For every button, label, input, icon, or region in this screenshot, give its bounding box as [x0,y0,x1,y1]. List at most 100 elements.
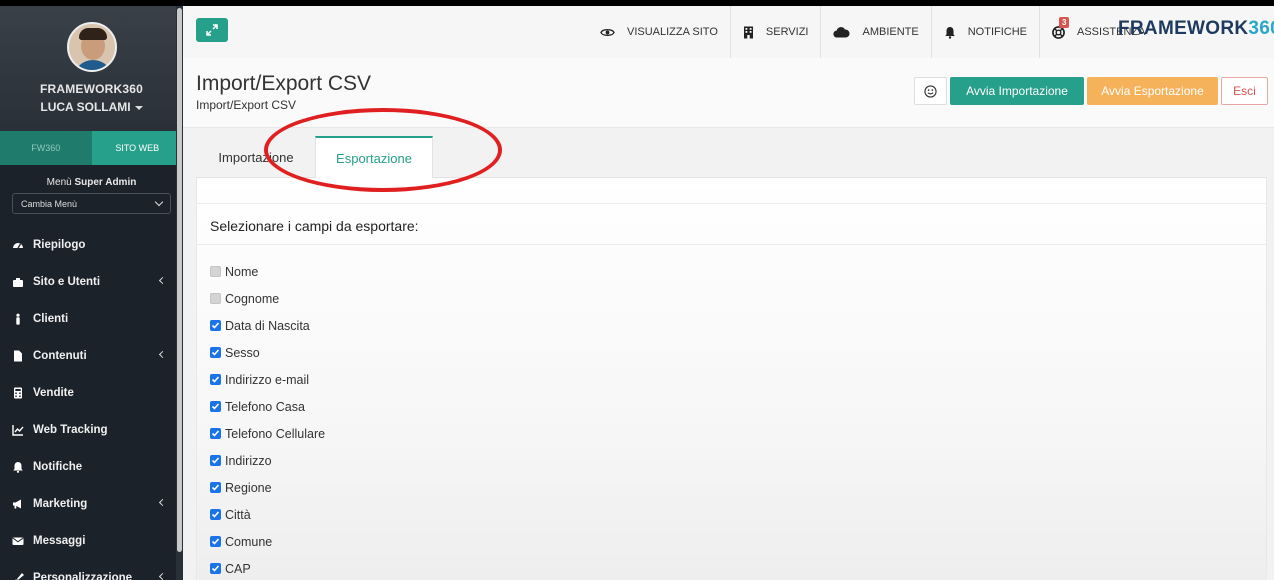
user-menu[interactable]: LUCA SOLLAMI [0,100,183,114]
calculator-icon [12,387,24,399]
field-checkbox[interactable] [210,563,221,574]
divider [197,203,1266,204]
field-label[interactable]: Comune [225,535,272,549]
field-label[interactable]: Data di Nascita [225,319,310,333]
sidebar-item-clienti[interactable]: Clienti [0,300,183,337]
envelope-icon [12,535,24,547]
top-link-notifiche[interactable]: NOTIFICHE [932,6,1040,58]
field-indirizzo: Indirizzo [210,447,325,474]
field-label[interactable]: Sesso [225,346,260,360]
field-checkbox [210,266,221,277]
top-link-visualizza-sito[interactable]: VISUALIZZA SITO [588,6,731,58]
brand-logo[interactable]: FRAMEWORK360 [1118,18,1274,40]
chevron-down-icon [154,197,164,207]
check-icon [211,511,220,518]
file-icon [12,350,24,362]
red-highlight-annotation [264,108,502,192]
sidebar-item-web-tracking[interactable]: Web Tracking [0,411,183,448]
field-checkbox[interactable] [210,374,221,385]
field-checkbox [210,293,221,304]
field-checkbox[interactable] [210,401,221,412]
start-export-button[interactable]: Avvia Esportazione [1087,77,1218,105]
sidebar: FRAMEWORK360 LUCA SOLLAMI FW360 SITO WEB… [0,6,183,580]
sidebar-item-notifiche[interactable]: Notifiche [0,448,183,485]
field-checkbox[interactable] [210,482,221,493]
field-regione: Regione [210,474,325,501]
export-panel: Selezionare i campi da esportare: Nome Co… [196,178,1267,580]
field-telefono-cellulare: Telefono Cellulare [210,420,325,447]
profile-section: FRAMEWORK360 LUCA SOLLAMI [0,6,183,131]
dashboard-icon [12,239,24,251]
field-checkbox[interactable] [210,320,221,331]
sidebar-item-label: Personalizzazione [33,571,133,580]
sidebar-item-label: Messaggi [33,534,86,547]
sidebar-item-vendite[interactable]: Vendite [0,374,183,411]
field-label[interactable]: Nome [225,265,258,279]
person-icon [12,313,24,325]
field-checkbox[interactable] [210,536,221,547]
fields-label: Selezionare i campi da esportare: [210,218,419,234]
top-link-label: NOTIFICHE [967,26,1027,38]
field-citt-: Città [210,501,325,528]
field-label[interactable]: Indirizzo [225,454,272,468]
field-checkbox[interactable] [210,455,221,466]
app-root: FRAMEWORK360 LUCA SOLLAMI FW360 SITO WEB… [0,6,1274,580]
sidebar-item-label: Contenuti [33,349,87,362]
brush-icon [12,572,24,580]
top-link-label: AMBIENTE [862,26,919,38]
field-label[interactable]: Regione [225,481,272,495]
sidebar-item-personalizzazione[interactable]: Personalizzazione [0,559,183,580]
field-cap: CAP [210,555,325,580]
sidebar-item-riepilogo[interactable]: Riepilogo [0,226,183,263]
sidebar-item-label: Marketing [33,497,88,510]
feedback-button[interactable] [914,77,947,105]
sidebar-item-contenuti[interactable]: Contenuti [0,337,183,374]
top-link-ambiente[interactable]: AMBIENTE [821,6,932,58]
chevron-left-icon [158,498,167,507]
sidebar-item-label: Notifiche [33,460,83,473]
check-icon [211,349,220,356]
org-name: FRAMEWORK360 [39,82,144,96]
field-label[interactable]: Indirizzo e-mail [225,373,309,387]
switch-sito-web[interactable]: SITO WEB [91,131,183,165]
field-label[interactable]: Cognome [225,292,279,306]
sidebar-scrollbar[interactable] [176,6,183,580]
fullscreen-button[interactable] [196,18,228,42]
field-data-di-nascita: Data di Nascita [210,312,325,339]
avatar[interactable] [66,22,117,72]
sidebar-item-sito-e-utenti[interactable]: Sito e Utenti [0,263,183,300]
sidebar-item-marketing[interactable]: Marketing [0,485,183,522]
field-label[interactable]: Telefono Cellulare [225,427,325,441]
field-checkbox[interactable] [210,347,221,358]
scrollbar-thumb[interactable] [177,8,182,552]
field-label[interactable]: Città [225,508,251,522]
check-icon [211,538,220,545]
check-icon [211,322,220,329]
chart-icon [12,424,24,436]
field-label[interactable]: CAP [225,562,251,576]
sidebar-item-messaggi[interactable]: Messaggi [0,522,183,559]
check-icon [211,457,220,464]
top-link-servizi[interactable]: SERVIZI [731,6,822,58]
top-link-label: VISUALIZZA SITO [627,26,718,38]
field-checkbox[interactable] [210,509,221,520]
switch-fw360[interactable]: FW360 [0,131,92,165]
chevron-left-icon [158,350,167,359]
breadcrumb[interactable]: Import/Export CSV [196,98,296,112]
building-icon [743,26,760,39]
start-import-button[interactable]: Avvia Importazione [950,77,1084,105]
sidebar-item-label: Clienti [33,312,69,325]
menu-select[interactable]: Cambia Menù [12,193,171,214]
sidebar-item-label: Riepilogo [33,238,86,251]
field-label[interactable]: Telefono Casa [225,400,305,414]
user-name: LUCA SOLLAMI [40,100,131,114]
chevron-left-icon [158,276,167,285]
field-list: Nome Cognome Data di Nascita Sesso Indirizzo… [210,258,325,580]
page-title: Import/Export CSV [196,72,372,95]
check-icon [211,484,220,491]
exit-button[interactable]: Esci [1221,77,1268,105]
chevron-left-icon [158,572,167,580]
lifebuoy-icon: 3 [1052,16,1071,39]
field-cognome: Cognome [210,285,325,312]
field-checkbox[interactable] [210,428,221,439]
